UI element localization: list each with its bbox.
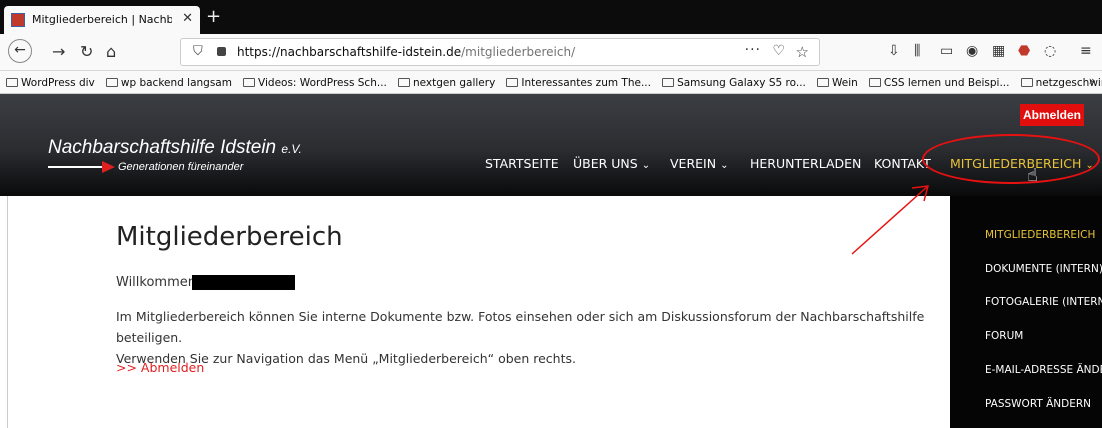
library-icon[interactable]: ⫼ <box>914 43 920 59</box>
logout-button[interactable]: Abmelden <box>1020 104 1084 126</box>
redacted-username <box>192 275 295 290</box>
intro-text: Im Mitgliederbereich können Sie interne … <box>116 306 936 369</box>
bookmarks-toolbar: WordPress div wp backend langsam Videos:… <box>0 71 1102 94</box>
close-tab-icon[interactable]: ✕ <box>182 11 193 26</box>
dropdown-item-email-aendern[interactable]: E-MAIL-ADRESSE ÄNDERN <box>985 364 1102 376</box>
extension-icon[interactable]: ▦ <box>992 43 1005 59</box>
folder-icon <box>105 78 118 87</box>
folder-icon <box>397 78 410 87</box>
folder-icon <box>6 78 18 87</box>
dropdown-item-forum[interactable]: FORUM <box>985 330 1023 342</box>
bookmark-item[interactable]: Interessantes zum The... <box>506 77 651 89</box>
menu-verein[interactable]: VEREIN ⌄ <box>670 156 728 171</box>
welcome-text: Willkommen, <box>116 275 201 290</box>
logo-line <box>48 166 104 168</box>
bookmark-star-icon[interactable]: ☆ <box>796 43 809 61</box>
logo-suffix: e.V. <box>281 142 302 156</box>
site-logo-title[interactable]: Nachbarschaftshilfe Idstein e.V. <box>48 137 302 159</box>
tab-title: Mitgliederbereich | Nachbarsch <box>32 13 172 26</box>
dropdown-item-mitgliederbereich[interactable]: MITGLIEDERBEREICH <box>985 229 1095 241</box>
dropdown-item-fotogalerie[interactable]: FOTOGALERIE (INTERN) <box>985 296 1102 308</box>
lock-icon[interactable] <box>217 47 226 56</box>
intro-paragraph-2: Verwenden Sie zur Navigation das Menü „M… <box>116 351 576 366</box>
dropdown-item-passwort-aendern[interactable]: PASSWORT ÄNDERN <box>985 398 1091 410</box>
new-tab-icon[interactable]: + <box>206 6 221 27</box>
back-icon[interactable]: ← <box>8 39 32 63</box>
bookmark-item[interactable]: wp backend langsam <box>105 77 232 89</box>
url-path: /mitgliederbereich/ <box>461 45 576 59</box>
account-icon[interactable]: ◉ <box>966 43 978 59</box>
folder-icon <box>662 78 675 87</box>
bookmark-item[interactable]: Wein <box>816 77 858 89</box>
bookmark-item[interactable]: Videos: WordPress Sch... <box>243 77 387 89</box>
annotation-arrow-icon <box>851 185 930 255</box>
tracking-shield-icon[interactable]: ⛉ <box>193 44 203 59</box>
pocket-icon[interactable]: ♡ <box>772 43 785 59</box>
sidebar-icon[interactable]: ▭ <box>940 43 953 59</box>
menu-herunterladen[interactable]: HERUNTERLADEN <box>750 156 861 171</box>
logo-subtitle: Generationen füreinander <box>118 161 244 173</box>
menu-ueber-uns[interactable]: ÜBER UNS ⌄ <box>573 156 650 171</box>
chevron-down-icon: ⌄ <box>641 160 651 171</box>
menu-icon[interactable]: ≡ <box>1080 43 1092 59</box>
bookmark-item[interactable]: CSS lernen und Beispi... <box>868 77 1009 89</box>
browser-tab[interactable]: Mitgliederbereich | Nachbarsch ✕ <box>4 6 200 34</box>
navigation-toolbar: ← → ↻ ⌂ ⛉ https://nachbarschaftshilfe-id… <box>0 34 1102 71</box>
adblock-icon[interactable]: ⬣ <box>1018 43 1030 59</box>
menu-startseite[interactable]: STARTSEITE <box>485 156 559 171</box>
page-actions-icon[interactable]: ··· <box>745 42 761 58</box>
logout-link[interactable]: >> Abmelden <box>116 360 204 375</box>
chevron-down-icon: ⌄ <box>720 160 729 171</box>
logo-arrow-icon <box>102 161 115 173</box>
url-domain: https://nachbarschaftshilfe-idstein.de <box>237 45 462 59</box>
intro-paragraph-1: Im Mitgliederbereich können Sie interne … <box>116 309 925 345</box>
bookmark-item[interactable]: WordPress div <box>6 77 95 89</box>
folder-icon <box>506 78 519 87</box>
annotation-ellipse <box>922 134 1100 184</box>
page-title: Mitgliederbereich <box>116 222 343 252</box>
extension-2-icon[interactable]: ◌ <box>1044 43 1056 59</box>
forward-icon[interactable]: → <box>52 42 65 61</box>
more-bookmarks-icon[interactable]: » <box>1089 74 1096 88</box>
hand-cursor-icon: ☝ <box>1027 165 1038 186</box>
home-icon[interactable]: ⌂ <box>106 42 116 61</box>
dropdown-item-dokumente[interactable]: DOKUMENTE (INTERN) <box>985 263 1102 275</box>
address-bar[interactable]: ⛉ https://nachbarschaftshilfe-idstein.de… <box>180 38 820 66</box>
folder-icon <box>816 78 829 87</box>
site-favicon-icon <box>11 13 25 27</box>
bookmark-item[interactable]: nextgen gallery <box>397 77 495 89</box>
tab-strip: Mitgliederbereich | Nachbarsch ✕ + <box>0 0 1102 34</box>
folder-icon <box>243 78 256 87</box>
folder-icon <box>868 78 881 87</box>
reload-icon[interactable]: ↻ <box>80 42 93 61</box>
url-text[interactable]: https://nachbarschaftshilfe-idstein.de/m… <box>237 45 575 59</box>
mitgliederbereich-dropdown: MITGLIEDERBEREICH DOKUMENTE (INTERN) FOT… <box>950 196 1102 428</box>
folder-icon <box>1020 78 1033 87</box>
downloads-icon[interactable]: ⇩ <box>888 43 900 59</box>
bookmark-item[interactable]: Samsung Galaxy S5 ro... <box>662 77 806 89</box>
content-border <box>7 196 8 428</box>
